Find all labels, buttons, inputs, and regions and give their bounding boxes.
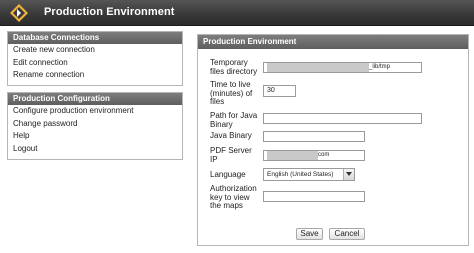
temp-dir-label: Temporary files directory bbox=[210, 58, 258, 76]
java-path-label: Path for Java Binary bbox=[210, 111, 258, 129]
redacted-value bbox=[267, 63, 369, 72]
auth-key-label: Authorization key to view the maps bbox=[210, 184, 257, 210]
save-button[interactable]: Save bbox=[296, 228, 323, 240]
title-bar: Production Environment bbox=[0, 0, 474, 26]
sidebar-item-change-password[interactable]: Change password bbox=[8, 118, 182, 131]
cancel-button[interactable]: Cancel bbox=[329, 228, 365, 240]
language-label: Language bbox=[210, 170, 246, 179]
ttl-label: Time to live (minutes) of files bbox=[210, 80, 253, 106]
app-title: Production Environment bbox=[44, 6, 175, 18]
redacted-value bbox=[267, 151, 318, 160]
sidebar-item-logout[interactable]: Logout bbox=[8, 143, 182, 156]
app-logo-icon bbox=[10, 4, 28, 22]
pdf-server-input[interactable]: com bbox=[263, 150, 365, 161]
java-binary-input[interactable] bbox=[263, 131, 365, 142]
database-connections-header: Database Connections bbox=[8, 32, 182, 44]
language-selected-value: English (United States) bbox=[267, 171, 334, 178]
chevron-down-icon[interactable] bbox=[343, 169, 354, 180]
java-path-input[interactable] bbox=[263, 113, 422, 124]
language-select[interactable]: English (United States) bbox=[263, 168, 355, 181]
sidebar-item-rename-connection[interactable]: Rename connection bbox=[8, 69, 182, 82]
production-configuration-header: Production Configuration bbox=[8, 93, 182, 105]
sidebar-item-configure-environment[interactable]: Configure production environment bbox=[8, 105, 182, 118]
pdf-server-label: PDF Server IP bbox=[210, 146, 252, 164]
ttl-input[interactable]: 30 bbox=[263, 85, 296, 97]
java-binary-label: Java Binary bbox=[210, 131, 252, 140]
sidebar-item-edit-connection[interactable]: Edit connection bbox=[8, 57, 182, 70]
production-configuration-panel: Production Configuration Configure produ… bbox=[7, 92, 183, 160]
sidebar-item-create-connection[interactable]: Create new connection bbox=[8, 44, 182, 57]
temp-dir-input[interactable]: _lib/tmp bbox=[263, 62, 422, 73]
sidebar-item-help[interactable]: Help bbox=[8, 130, 182, 143]
production-environment-form: Production Environment Temporary files d… bbox=[197, 34, 469, 246]
auth-key-input[interactable] bbox=[263, 191, 365, 202]
database-connections-panel: Database Connections Create new connecti… bbox=[7, 31, 183, 86]
form-header: Production Environment bbox=[198, 35, 468, 49]
